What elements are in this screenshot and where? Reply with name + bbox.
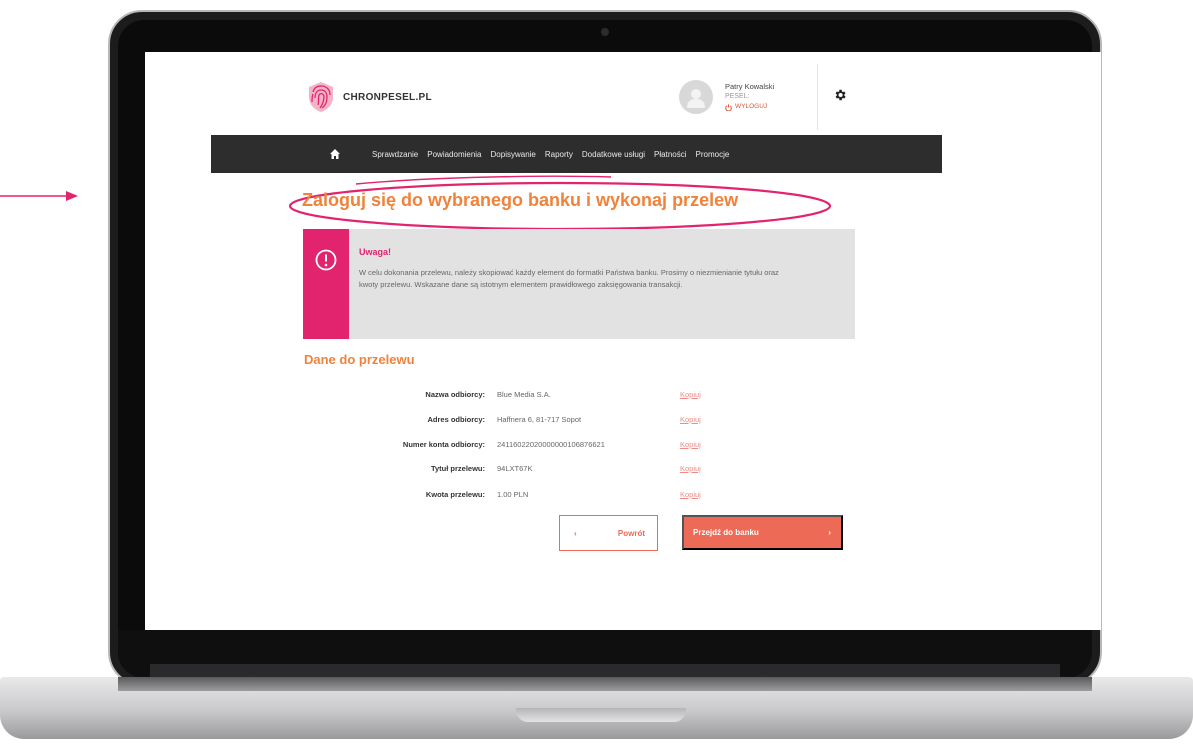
row-value: Haffnera 6, 81-717 Sopot — [497, 415, 582, 424]
laptop-base-top — [118, 677, 1092, 691]
chevron-right-icon: › — [828, 528, 831, 537]
header-divider — [817, 64, 818, 130]
user-panel: Patry Kowalski PESEL: WYLOGUJ — [679, 80, 774, 114]
copy-link[interactable]: Kopiuj — [680, 415, 701, 424]
nav-item-powiadomienia[interactable]: Powiadomienia — [427, 150, 481, 159]
laptop-hinge — [150, 664, 1060, 678]
nav-item-promocje[interactable]: Promocje — [696, 150, 730, 159]
back-button[interactable]: ‹ Powrót — [559, 515, 658, 551]
copy-link[interactable]: Kopiuj — [680, 464, 701, 473]
back-button-label: Powrót — [617, 528, 645, 538]
exclamation-icon — [315, 249, 337, 271]
power-icon — [725, 103, 732, 111]
avatar[interactable] — [679, 80, 713, 114]
user-name: Patry Kowalski — [725, 82, 775, 91]
nav-item-raporty[interactable]: Raporty — [545, 150, 573, 159]
logout-label: WYLOGUJ — [735, 103, 768, 110]
row-label: Adres odbiorcy: — [427, 415, 485, 424]
row-label: Nazwa odbiorcy: — [425, 390, 485, 399]
gear-icon[interactable] — [833, 88, 847, 102]
copy-link[interactable]: Kopiuj — [680, 390, 701, 399]
row-label: Tytuł przelewu: — [430, 464, 485, 473]
copy-link[interactable]: Kopiuj — [680, 490, 701, 499]
annotation-arrow — [0, 191, 78, 201]
user-pesel: PESEL: — [725, 93, 750, 100]
section-title: Dane do przelewu — [304, 352, 415, 367]
row-value: Blue Media S.A. — [497, 390, 551, 399]
camera-dot — [601, 28, 609, 36]
nav-item-dodatkowe-uslugi[interactable]: Dodatkowe usługi — [582, 150, 645, 159]
main-nav: Sprawdzanie Powiadomienia Dopisywanie Ra… — [211, 135, 942, 173]
copy-link[interactable]: Kopiuj — [680, 440, 701, 449]
go-to-bank-button[interactable]: Przejdź do banku › — [682, 515, 843, 550]
alert-title: Uwaga! — [359, 247, 392, 257]
row-label: Numer konta odbiorcy: — [402, 440, 485, 449]
user-info: Patry Kowalski PESEL: WYLOGUJ — [725, 80, 774, 112]
alert-stripe — [303, 229, 349, 339]
laptop-notch — [516, 708, 686, 722]
nav-item-sprawdzanie[interactable]: Sprawdzanie — [372, 150, 418, 159]
row-value: 1.00 PLN — [497, 490, 529, 499]
user-silhouette-icon — [687, 89, 705, 108]
row-value: 94LXT67K — [497, 464, 533, 473]
warning-alert: Uwaga! W celu dokonania przelewu, należy… — [303, 229, 855, 339]
alert-body: Uwaga! W celu dokonania przelewu, należy… — [349, 229, 801, 339]
chevron-left-icon: ‹ — [574, 528, 577, 538]
home-icon[interactable] — [329, 148, 341, 160]
screen: CHRONPESEL.PL Patry Kowalski PESEL: WYLO… — [145, 52, 1101, 630]
alert-text: W celu dokonania przelewu, należy skopio… — [359, 268, 779, 289]
page-title: Zaloguj się do wybranego banku i wykonaj… — [302, 190, 739, 210]
row-label: Kwota przelewu: — [425, 490, 485, 499]
nav-item-dopisywanie[interactable]: Dopisywanie — [491, 150, 536, 159]
brand-logo[interactable]: CHRONPESEL.PL — [307, 80, 432, 114]
fingerprint-shield-icon — [309, 82, 333, 112]
nav-item-platnosci[interactable]: Płatności — [654, 150, 686, 159]
row-value: 24116022020000000106876621 — [497, 440, 605, 449]
logout-link[interactable]: WYLOGUJ — [725, 102, 774, 112]
go-to-bank-button-label: Przejdź do banku — [693, 528, 759, 537]
brand-name: CHRONPESEL.PL — [343, 91, 432, 103]
